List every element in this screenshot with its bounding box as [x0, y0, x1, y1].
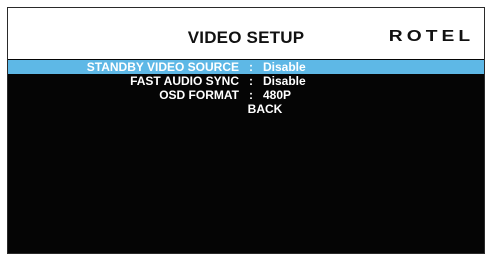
osd-header: VIDEO SETUP ROTEL — [8, 8, 484, 59]
menu-item-label: FAST AUDIO SYNC — [130, 74, 239, 88]
setup-menu: STANDBY VIDEO SOURCE : Disable FAST AUDI… — [8, 60, 484, 116]
menu-item-separator: : — [249, 60, 253, 74]
menu-item-separator: : — [249, 88, 253, 102]
osd-screen: VIDEO SETUP ROTEL STANDBY VIDEO SOURCE :… — [7, 7, 485, 254]
menu-item-fast-audio-sync[interactable]: FAST AUDIO SYNC : Disable — [8, 74, 484, 88]
menu-item-value: 480P — [263, 88, 292, 102]
menu-item-back[interactable]: BACK — [8, 102, 484, 116]
menu-item-value: Disable — [263, 60, 306, 74]
menu-item-label: STANDBY VIDEO SOURCE — [86, 60, 239, 74]
menu-item-osd-format[interactable]: OSD FORMAT : 480P — [8, 88, 484, 102]
menu-item-value: Disable — [263, 74, 306, 88]
menu-item-separator: : — [249, 74, 253, 88]
brand-logo: ROTEL — [388, 28, 474, 45]
menu-item-standby-video-source[interactable]: STANDBY VIDEO SOURCE : Disable — [8, 60, 484, 74]
menu-item-label: OSD FORMAT — [159, 88, 239, 102]
back-label: BACK — [247, 102, 283, 116]
